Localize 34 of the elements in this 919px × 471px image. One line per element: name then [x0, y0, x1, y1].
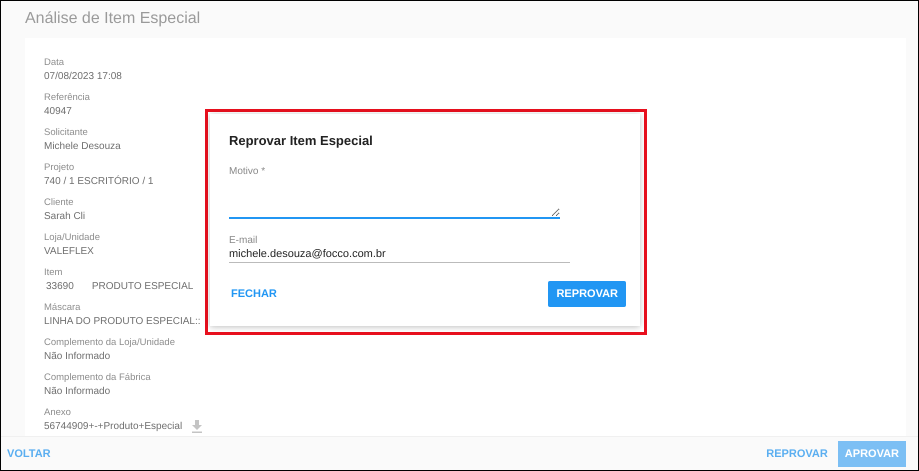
field-value: Sarah Cli: [44, 210, 86, 224]
field-label: Complemento da Fábrica: [44, 371, 151, 384]
field-label: Referência: [44, 91, 90, 104]
field-label: Solicitante: [44, 126, 88, 139]
field-value: Não Informado: [44, 385, 110, 399]
field-label: Data: [44, 56, 64, 69]
field-value: 40947: [44, 105, 72, 119]
item-code: 33690: [46, 280, 74, 294]
file-name: 56744909+-+Produto+Especial: [44, 420, 182, 434]
reject-button[interactable]: REPROVAR: [766, 448, 828, 460]
field-value: 740 / 1 ESCRITÓRIO / 1: [44, 174, 154, 189]
field-label: Loja/Unidade: [44, 231, 100, 244]
field-label: Máscara: [44, 301, 80, 314]
field-value: LINHA DO PRODUTO ESPECIAL::: [44, 315, 201, 329]
field-label: Motivo *: [229, 166, 266, 177]
email-field[interactable]: michele.desouza@focco.com.br: [229, 246, 570, 263]
field-value: Michele Desouza: [44, 140, 121, 154]
field-label: Cliente: [44, 196, 74, 209]
download-icon[interactable]: [191, 420, 204, 433]
field-value: VALEFLEX: [44, 245, 94, 259]
field-value: 07/08/2023 17:08: [44, 70, 122, 84]
field-label: Item: [44, 266, 62, 279]
item-description: PRODUTO ESPECIAL: [92, 280, 194, 294]
field-label: Anexo: [44, 406, 71, 419]
reject-button[interactable]: REPROVAR: [548, 281, 626, 307]
approve-button[interactable]: APROVAR: [838, 440, 906, 466]
back-button[interactable]: VOLTAR: [7, 448, 51, 460]
dialog-title: Reprovar Item Especial: [229, 133, 374, 148]
field-value: Não Informado: [44, 350, 110, 364]
field-label: E-mail: [229, 235, 258, 246]
page-title: Análise de Item Especial: [24, 9, 202, 29]
field-label: Complemento da Loja/Unidade: [44, 336, 175, 349]
close-button[interactable]: FECHAR: [231, 288, 277, 300]
field-label: Projeto: [44, 161, 74, 174]
